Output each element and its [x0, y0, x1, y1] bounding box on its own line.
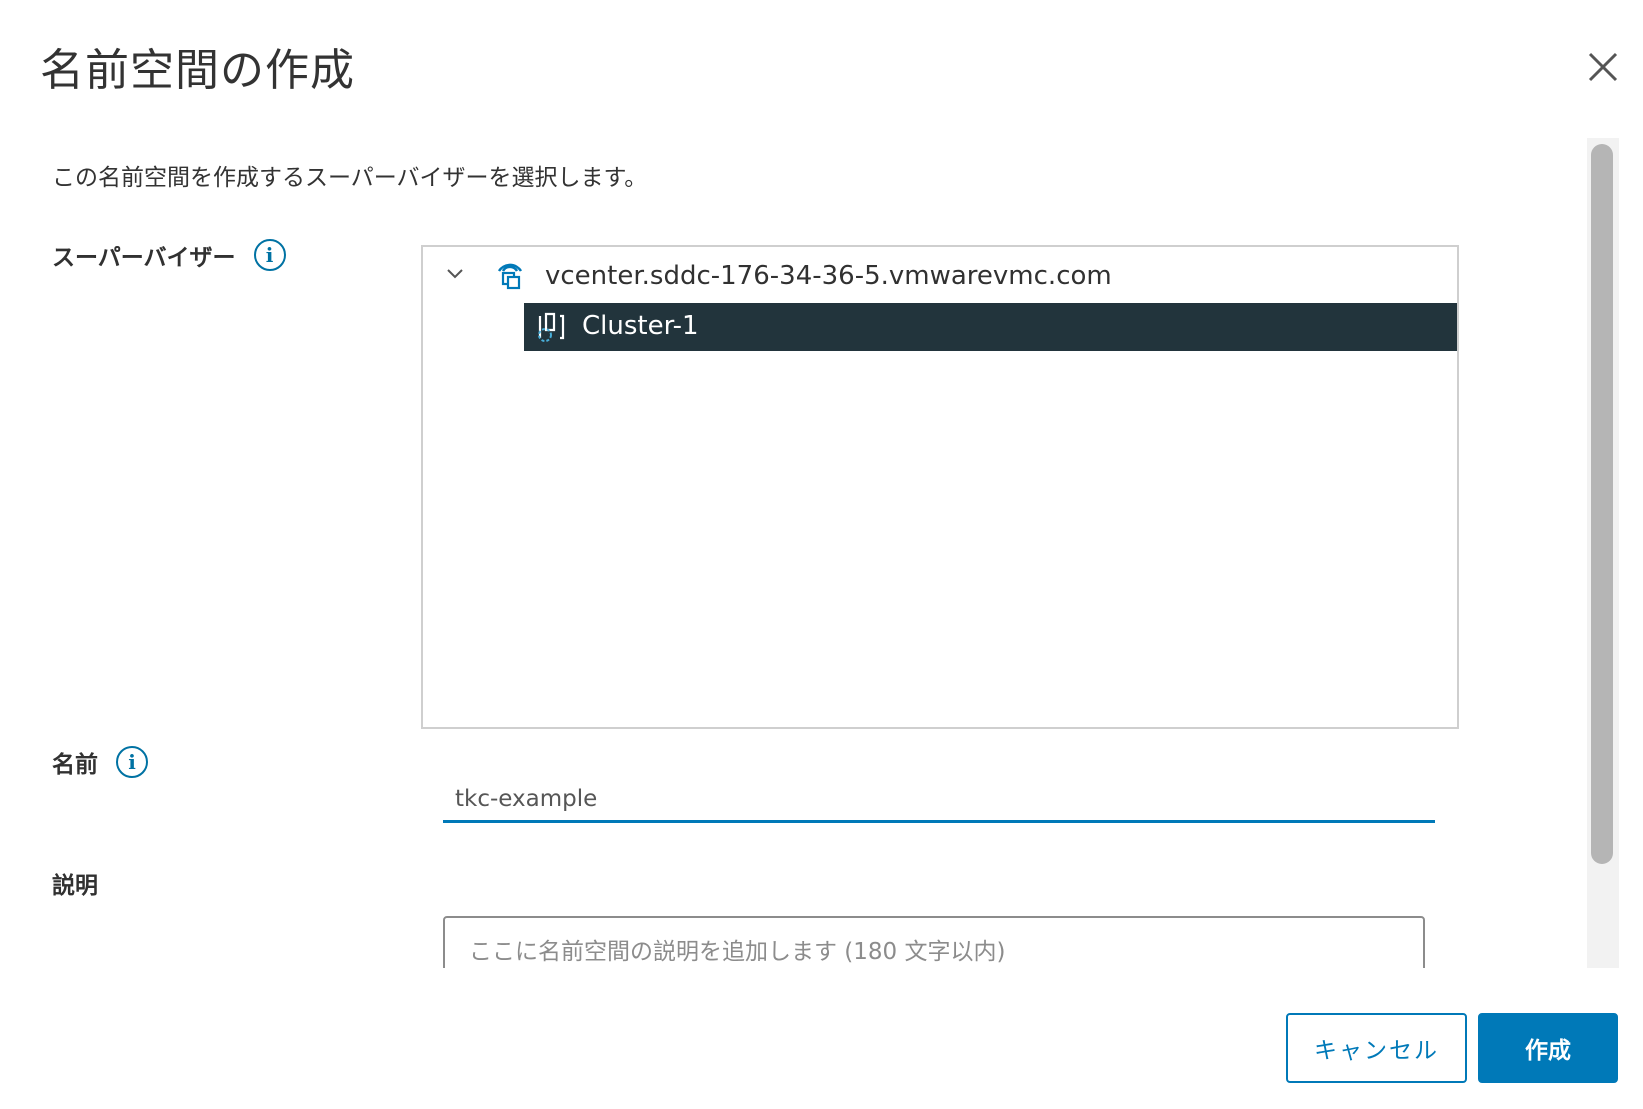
info-icon[interactable]: i: [116, 746, 148, 778]
tree-node-vcenter[interactable]: vcenter.sddc-176-34-36-5.vmwarevmc.com: [423, 253, 1457, 297]
close-icon[interactable]: [1586, 50, 1620, 84]
name-label-row: 名前 i: [52, 745, 148, 779]
supervisor-label: スーパーバイザー: [52, 245, 236, 271]
tree-node-cluster-label: Cluster-1: [582, 311, 699, 341]
tree-node-vcenter-label: vcenter.sddc-176-34-36-5.vmwarevmc.com: [545, 261, 1112, 291]
info-icon[interactable]: i: [253, 239, 286, 271]
create-namespace-dialog: 名前空間の作成 この名前空間を作成するスーパーバイザーを選択します。 スーパーバ…: [0, 0, 1643, 1109]
supervisor-label-row: スーパーバイザー i: [52, 238, 286, 272]
name-input[interactable]: [443, 777, 1435, 823]
chevron-down-icon[interactable]: [445, 267, 465, 281]
description-label: 説明: [52, 873, 98, 899]
vcenter-icon: [497, 263, 523, 290]
supervisor-tree: vcenter.sddc-176-34-36-5.vmwarevmc.com C…: [421, 245, 1459, 729]
scrollbar-thumb[interactable]: [1591, 144, 1613, 864]
dialog-title: 名前空間の作成: [40, 45, 355, 96]
cluster-icon: [538, 312, 565, 342]
instruction-text: この名前空間を作成するスーパーバイザーを選択します。: [52, 165, 648, 191]
description-label-row: 説明: [52, 866, 98, 900]
tree-node-cluster-1[interactable]: Cluster-1: [524, 303, 1457, 351]
cancel-button[interactable]: キャンセル: [1286, 1013, 1467, 1083]
create-button[interactable]: 作成: [1478, 1013, 1618, 1083]
description-placeholder: ここに名前空間の説明を追加します (180 文字以内): [469, 939, 1006, 965]
name-label: 名前: [52, 752, 98, 778]
